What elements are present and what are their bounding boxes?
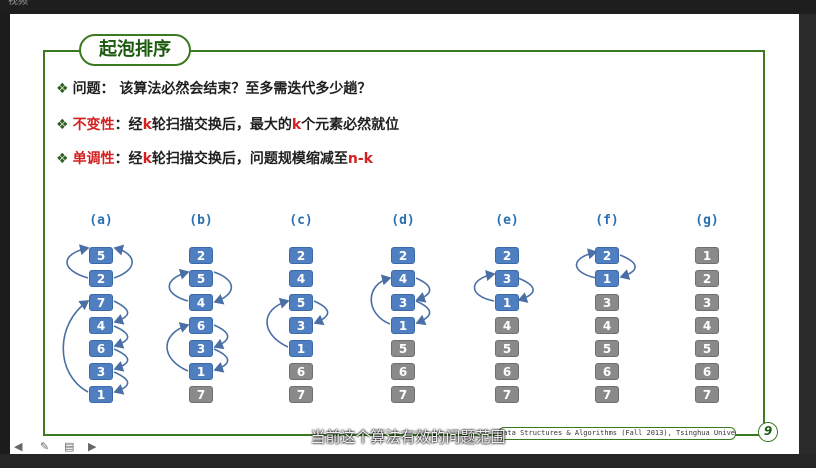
swap-arrow: [113, 325, 129, 349]
swap-arrow: [113, 300, 129, 325]
swap-arrow: [575, 248, 598, 279]
swap-arrow: [313, 300, 329, 326]
swap-arrow: [517, 277, 534, 303]
swap-arrow: [213, 348, 229, 373]
window-right-edge: [799, 14, 816, 454]
swap-arrow: [113, 348, 129, 372]
swap-arrow: [213, 324, 229, 350]
swap-arrow: [370, 274, 392, 325]
swap-arrow: [415, 300, 431, 326]
swap-arrow: [168, 268, 190, 302]
slide: 起泡排序 ❖ 问题： 该算法必然会结束？至多需迭代多少趟？ ❖ 不变性：经k轮扫描交…: [10, 14, 799, 454]
swap-arrow: [113, 371, 129, 395]
player-progress-bar[interactable]: [0, 454, 816, 468]
video-subtitle: 当前这个算法有效的问题范围: [310, 428, 506, 446]
swap-arrow: [66, 244, 90, 279]
swap-arrow: [415, 277, 431, 303]
swap-arrow: [213, 271, 233, 305]
swap-arrow: [113, 244, 133, 279]
swap-arrows: [62, 244, 636, 395]
swap-arrow: [473, 270, 496, 302]
swap-arrow: [62, 300, 90, 393]
window-title: 视频: [8, 0, 28, 7]
swap-arrow: [619, 254, 636, 280]
swap-arrow: [266, 297, 290, 348]
swap-arrow: [166, 322, 190, 372]
window-titlebar: 视频: [0, 0, 816, 14]
